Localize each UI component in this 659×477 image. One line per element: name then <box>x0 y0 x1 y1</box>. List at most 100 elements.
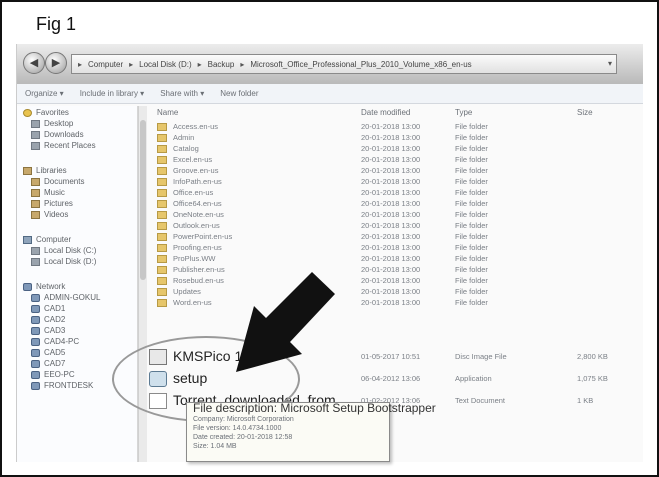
nav-item-network-host[interactable]: EEO-PC <box>31 370 75 379</box>
folder-icon <box>157 167 167 175</box>
breadcrumb-local-disk-d[interactable]: Local Disk (D:) <box>139 60 191 69</box>
file-row[interactable]: PowerPoint.en-us 20-01-2018 13:00 File fol… <box>147 232 643 243</box>
file-date: 20-01-2018 13:00 <box>361 287 421 296</box>
nav-item-desktop[interactable]: Desktop <box>31 119 73 128</box>
column-header-name[interactable]: Name <box>157 108 178 117</box>
nav-item-documents[interactable]: Documents <box>31 177 84 186</box>
breadcrumb-backup[interactable]: Backup <box>208 60 235 69</box>
file-row[interactable]: Outlook.en-us 20-01-2018 13:00 File folder <box>147 221 643 232</box>
computer-icon <box>31 337 40 346</box>
file-row[interactable]: Access.en-us 20-01-2018 13:00 File folder <box>147 122 643 133</box>
nav-item-videos[interactable]: Videos <box>31 210 68 219</box>
file-type: Disc Image File <box>455 352 507 361</box>
nav-item-local-disk-d[interactable]: Local Disk (D:) <box>31 257 96 266</box>
file-row[interactable]: Admin 20-01-2018 13:00 File folder <box>147 133 643 144</box>
computer-icon <box>31 348 40 357</box>
column-header-date[interactable]: Date modified <box>361 108 410 117</box>
computer-icon <box>31 359 40 368</box>
nav-item-downloads[interactable]: Downloads <box>31 130 84 139</box>
nav-item-network-host[interactable]: FRONTDESK <box>31 381 93 390</box>
address-bar[interactable]: ▸ Computer ▸ Local Disk (D:) ▸ Backup ▸ … <box>71 54 617 74</box>
chevron-right-icon: ▸ <box>240 59 245 69</box>
nav-item-favorites[interactable]: Favorites <box>23 108 69 117</box>
nav-item-network-host[interactable]: CAD3 <box>31 326 65 335</box>
folder-icon <box>157 134 167 142</box>
tooltip-company: Company: Microsoft Corporation <box>193 416 294 423</box>
nav-label: Downloads <box>44 130 84 139</box>
nav-item-pictures[interactable]: Pictures <box>31 199 73 208</box>
folder-icon <box>157 211 167 219</box>
desktop-icon <box>31 119 40 128</box>
new-folder-button[interactable]: New folder <box>220 89 258 98</box>
file-row[interactable]: Rosebud.en-us 20-01-2018 13:00 File folder <box>147 276 643 287</box>
file-date: 20-01-2018 13:00 <box>361 276 421 285</box>
file-row[interactable]: OneNote.en-us 20-01-2018 13:00 File folder <box>147 210 643 221</box>
file-type: File folder <box>455 221 488 230</box>
file-row[interactable]: Updates 20-01-2018 13:00 File folder <box>147 287 643 298</box>
file-type: File folder <box>455 254 488 263</box>
file-row[interactable]: Office64.en-us 20-01-2018 13:00 File folde… <box>147 199 643 210</box>
nav-item-network-host[interactable]: CAD5 <box>31 348 65 357</box>
computer-icon <box>31 304 40 313</box>
nav-item-network[interactable]: Network <box>23 282 65 291</box>
file-row[interactable]: Excel.en-us 20-01-2018 13:00 File folder <box>147 155 643 166</box>
file-date: 20-01-2018 13:00 <box>361 210 421 219</box>
nav-label: CAD1 <box>44 304 66 313</box>
folder-icon <box>157 288 167 296</box>
file-date: 20-01-2018 13:00 <box>361 243 421 252</box>
nav-item-local-disk-c[interactable]: Local Disk (C:) <box>31 246 96 255</box>
tooltip-title: File description: Microsoft Setup Bootst… <box>193 401 436 415</box>
file-row[interactable]: Publisher.en-us 20-01-2018 13:00 File fold… <box>147 265 643 276</box>
nav-item-network-host[interactable]: CAD2 <box>31 315 65 324</box>
file-type: File folder <box>455 210 488 219</box>
nav-item-recent[interactable]: Recent Places <box>31 141 96 150</box>
chevron-down-icon[interactable]: ▾ <box>608 59 612 68</box>
file-row[interactable]: InfoPath.en-us 20-01-2018 13:00 File folde… <box>147 177 643 188</box>
folder-icon <box>157 145 167 153</box>
share-with-button[interactable]: Share with ▾ <box>160 89 204 98</box>
file-row-kmspico[interactable]: KMSPico 10.2 01-05-2017 10:51 Disc Image… <box>147 346 643 368</box>
nav-item-network-host[interactable]: CAD7 <box>31 359 65 368</box>
file-type: File folder <box>455 243 488 252</box>
file-name: Admin <box>173 133 195 142</box>
navigation-scrollbar[interactable] <box>138 106 147 462</box>
file-row[interactable]: ProPlus.WW 20-01-2018 13:00 File folder <box>147 254 643 265</box>
disc-image-icon <box>149 349 167 365</box>
file-row[interactable]: Office.en-us 20-01-2018 13:00 File folder <box>147 188 643 199</box>
music-icon <box>31 188 40 197</box>
forward-icon[interactable]: ▶ <box>45 52 67 74</box>
organize-button[interactable]: Organize ▾ <box>25 89 64 98</box>
nav-item-libraries[interactable]: Libraries <box>23 166 67 175</box>
breadcrumb-office-folder[interactable]: Microsoft_Office_Professional_Plus_2010_… <box>250 60 471 69</box>
file-row[interactable]: Proofing.en-us 20-01-2018 13:00 File folde… <box>147 243 643 254</box>
file-type: File folder <box>455 122 488 131</box>
file-row-setup[interactable]: setup 06-04-2012 13:06 Application 1,075… <box>147 368 643 390</box>
nav-item-network-host[interactable]: CAD4-PC <box>31 337 79 346</box>
file-name: Proofing.en-us <box>173 243 222 252</box>
computer-icon <box>31 381 40 390</box>
file-row[interactable]: Groove.en-us 20-01-2018 13:00 File folder <box>147 166 643 177</box>
column-header-type[interactable]: Type <box>455 108 472 117</box>
file-name: Outlook.en-us <box>173 221 220 230</box>
nav-item-network-host[interactable]: CAD1 <box>31 304 65 313</box>
file-size: 1 KB <box>577 396 594 405</box>
file-row[interactable]: Catalog 20-01-2018 13:00 File folder <box>147 144 643 155</box>
nav-label: CAD2 <box>44 315 66 324</box>
breadcrumb-computer[interactable]: Computer <box>88 60 123 69</box>
column-header-size[interactable]: Size <box>577 108 593 117</box>
file-row[interactable]: Word.en-us 20-01-2018 13:00 File folder <box>147 298 643 309</box>
nav-item-music[interactable]: Music <box>31 188 65 197</box>
back-icon[interactable]: ◀ <box>23 52 45 74</box>
file-name: KMSPico 10.2 <box>173 348 262 364</box>
file-name: Word.en-us <box>173 298 212 307</box>
nav-item-network-host[interactable]: ADMIN-GOKUL <box>31 293 100 302</box>
file-date: 20-01-2018 13:00 <box>361 144 421 153</box>
include-in-library-button[interactable]: Include in library ▾ <box>80 89 145 98</box>
file-name: InfoPath.en-us <box>173 177 222 186</box>
scrollbar-thumb[interactable] <box>140 120 146 280</box>
nav-item-computer[interactable]: Computer <box>23 235 71 244</box>
file-date: 20-01-2018 13:00 <box>361 232 421 241</box>
computer-icon <box>31 293 40 302</box>
library-icon <box>23 166 32 175</box>
folder-icon <box>157 222 167 230</box>
